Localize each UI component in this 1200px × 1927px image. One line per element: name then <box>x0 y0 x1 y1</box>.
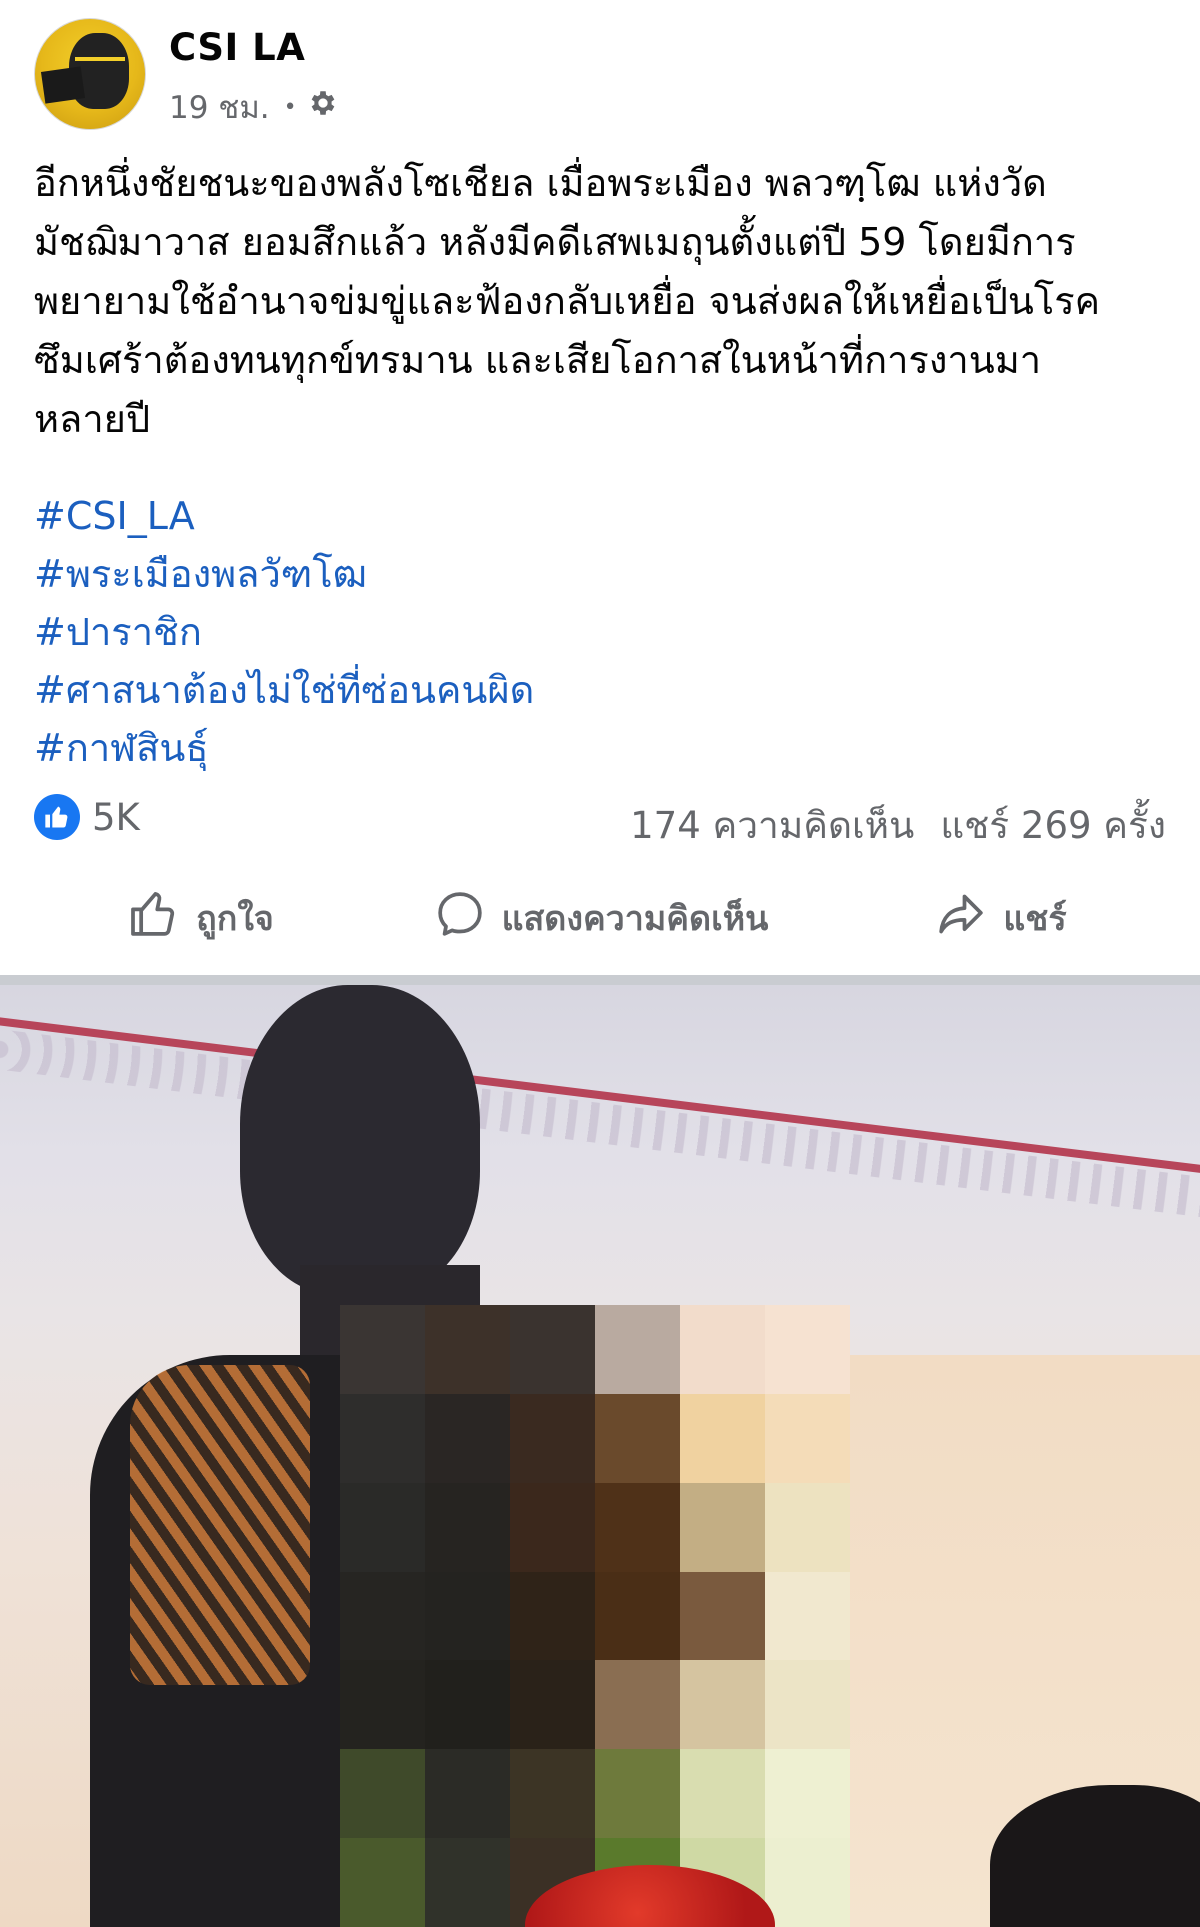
mosaic-block <box>595 1482 680 1572</box>
mosaic-block <box>765 1571 850 1661</box>
mosaic-block <box>510 1482 595 1572</box>
photo-figure-head <box>240 985 480 1295</box>
photo-banner-lace <box>0 1027 1200 1221</box>
page-avatar[interactable] <box>34 18 146 130</box>
hashtag-link[interactable]: #ศาสนาต้องไม่ใช่ที่ซ่อนคนผิด <box>34 661 1174 719</box>
share-button-label: แชร์ <box>1003 899 1067 939</box>
mosaic-block <box>510 1305 595 1394</box>
hashtag-link[interactable]: #CSI_LA <box>34 487 1174 545</box>
comment-button-label: แสดงความคิดเห็น <box>501 899 769 939</box>
mosaic-block <box>510 1749 595 1839</box>
like-button-label: ถูกใจ <box>196 899 274 939</box>
mosaic-block <box>510 1660 595 1750</box>
mosaic-block <box>340 1571 425 1661</box>
mosaic-block <box>425 1571 510 1661</box>
mosaic-block <box>680 1393 765 1483</box>
mosaic-block <box>340 1482 425 1572</box>
mosaic-block <box>765 1749 850 1839</box>
mosaic-block <box>595 1305 680 1394</box>
mosaic-block <box>425 1838 510 1927</box>
hashtag-link[interactable]: #ปาราชิก <box>34 603 1174 661</box>
avatar-glasses <box>75 57 125 67</box>
avatar-emblem <box>40 66 86 104</box>
mosaic-block <box>765 1305 850 1394</box>
mosaic-block <box>595 1660 680 1750</box>
mosaic-block <box>425 1305 510 1394</box>
post-header: CSI LA 19 ชม. • <box>34 18 1174 130</box>
post-body: อีกหนึ่งชัยชนะของพลังโซเชียล เมื่อพระเมื… <box>34 161 1101 441</box>
thumbs-up-outline-icon <box>126 886 182 951</box>
hashtag-link[interactable]: #พระเมืองพลวัฑโฒ <box>34 545 1174 603</box>
hashtag-list: #CSI_LA #พระเมืองพลวัฑโฒ #ปาราชิก #ศาสนา… <box>34 487 1174 777</box>
mosaic-block <box>510 1393 595 1483</box>
like-count[interactable]: 5K <box>92 796 140 839</box>
post-meta: 19 ชม. • <box>169 82 339 132</box>
photo-robe <box>130 1365 310 1685</box>
share-button[interactable]: แชร์ <box>800 878 1200 958</box>
mosaic-block <box>595 1749 680 1839</box>
photo-pixelated-area <box>340 1305 850 1927</box>
mosaic-block <box>765 1660 850 1750</box>
mosaic-block <box>340 1838 425 1927</box>
reaction-stats: 5K 174 ความคิดเห็น แชร์ 269 ครั้ง <box>34 794 1166 847</box>
mosaic-block <box>595 1571 680 1661</box>
mosaic-block <box>340 1305 425 1394</box>
mosaic-block <box>340 1749 425 1839</box>
mosaic-block <box>340 1660 425 1750</box>
mosaic-block <box>425 1660 510 1750</box>
mosaic-block <box>680 1660 765 1750</box>
hashtag-link[interactable]: #กาฬสินธุ์ <box>34 719 1174 777</box>
mosaic-block <box>765 1393 850 1483</box>
mosaic-block <box>680 1571 765 1661</box>
like-button[interactable]: ถูกใจ <box>0 878 400 958</box>
engagement-counts: 174 ความคิดเห็น แชร์ 269 ครั้ง <box>630 796 1166 855</box>
mosaic-block <box>425 1393 510 1483</box>
gear-icon[interactable] <box>307 87 339 127</box>
photo-banner-stripe <box>0 1015 1200 1177</box>
mosaic-block <box>680 1749 765 1839</box>
page-name[interactable]: CSI LA <box>169 26 305 69</box>
share-arrow-icon <box>933 886 989 951</box>
section-divider <box>0 975 1200 985</box>
thumbs-up-icon[interactable] <box>34 794 80 840</box>
speech-bubble-icon <box>432 886 488 951</box>
mosaic-block <box>765 1482 850 1572</box>
mosaic-block <box>680 1305 765 1394</box>
mosaic-block <box>425 1482 510 1572</box>
post-photo[interactable] <box>0 985 1200 1927</box>
meta-separator: • <box>283 94 297 120</box>
mosaic-block <box>765 1838 850 1927</box>
post-actions: ถูกใจ แสดงความคิดเห็น แชร์ <box>0 878 1200 958</box>
mosaic-block <box>340 1393 425 1483</box>
mosaic-block <box>425 1749 510 1839</box>
share-count[interactable]: แชร์ 269 ครั้ง <box>940 796 1166 855</box>
mosaic-block <box>510 1571 595 1661</box>
mosaic-block <box>595 1393 680 1483</box>
post-time[interactable]: 19 ชม. <box>169 82 270 132</box>
comment-count[interactable]: 174 ความคิดเห็น <box>630 796 914 855</box>
mosaic-block <box>680 1482 765 1572</box>
comment-button[interactable]: แสดงความคิดเห็น <box>400 878 800 958</box>
